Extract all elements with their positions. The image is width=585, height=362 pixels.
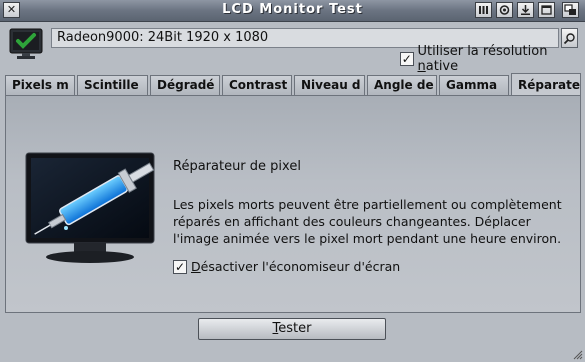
test-button-label: Tester bbox=[272, 321, 312, 336]
native-resolution-checkbox[interactable]: ✓ bbox=[400, 52, 414, 66]
zoom-button[interactable] bbox=[538, 2, 555, 18]
zoom-icon bbox=[541, 5, 552, 15]
pixel-repair-description: Les pixels morts peuvent être partiellem… bbox=[173, 197, 562, 246]
iconify-icon bbox=[479, 6, 488, 14]
disable-screensaver-checkbox[interactable]: ✓ bbox=[173, 259, 187, 274]
snapshot-button[interactable] bbox=[496, 2, 513, 18]
disable-screensaver-checkbox-row[interactable]: ✓ Désactiver l'économiseur d'écran bbox=[173, 259, 400, 274]
pixel-repair-syringe-illustration bbox=[25, 152, 155, 263]
pixel-repair-heading: Réparateur de pixel bbox=[173, 159, 301, 174]
iconify-button[interactable] bbox=[475, 2, 492, 18]
tab-level[interactable]: Niveau d bbox=[294, 75, 365, 95]
depth-button[interactable] bbox=[562, 2, 579, 18]
native-resolution-label: Utiliser la résolution native bbox=[417, 44, 548, 74]
tab-bar: Pixels m Scintille Dégradé Contrast Nive… bbox=[5, 73, 581, 96]
native-resolution-checkbox-row[interactable]: ✓ Utiliser la résolution native bbox=[400, 44, 585, 74]
depth-icon bbox=[564, 4, 576, 15]
tab-angle[interactable]: Angle de bbox=[367, 75, 437, 95]
jump-button[interactable] bbox=[517, 2, 534, 18]
tab-gamma[interactable]: Gamma bbox=[439, 75, 509, 95]
tab-panel: Réparateur de pixel Les pixels morts peu… bbox=[5, 95, 581, 313]
title-bar[interactable]: ✕ LCD Monitor Test bbox=[0, 0, 585, 22]
download-icon bbox=[521, 5, 530, 15]
tab-pixel-repair[interactable]: Réparate bbox=[511, 73, 581, 96]
monitor-check-icon bbox=[9, 28, 43, 59]
resize-grip-icon[interactable] bbox=[573, 350, 583, 360]
tab-dead-pixels[interactable]: Pixels m bbox=[5, 75, 75, 95]
tab-flicker[interactable]: Scintille bbox=[77, 75, 148, 95]
test-button[interactable]: Tester bbox=[198, 318, 386, 340]
snapshot-icon bbox=[499, 5, 510, 15]
tab-gradient[interactable]: Dégradé bbox=[150, 75, 220, 95]
disable-screensaver-label: Désactiver l'économiseur d'écran bbox=[191, 259, 401, 274]
tab-contrast[interactable]: Contrast bbox=[222, 75, 292, 95]
